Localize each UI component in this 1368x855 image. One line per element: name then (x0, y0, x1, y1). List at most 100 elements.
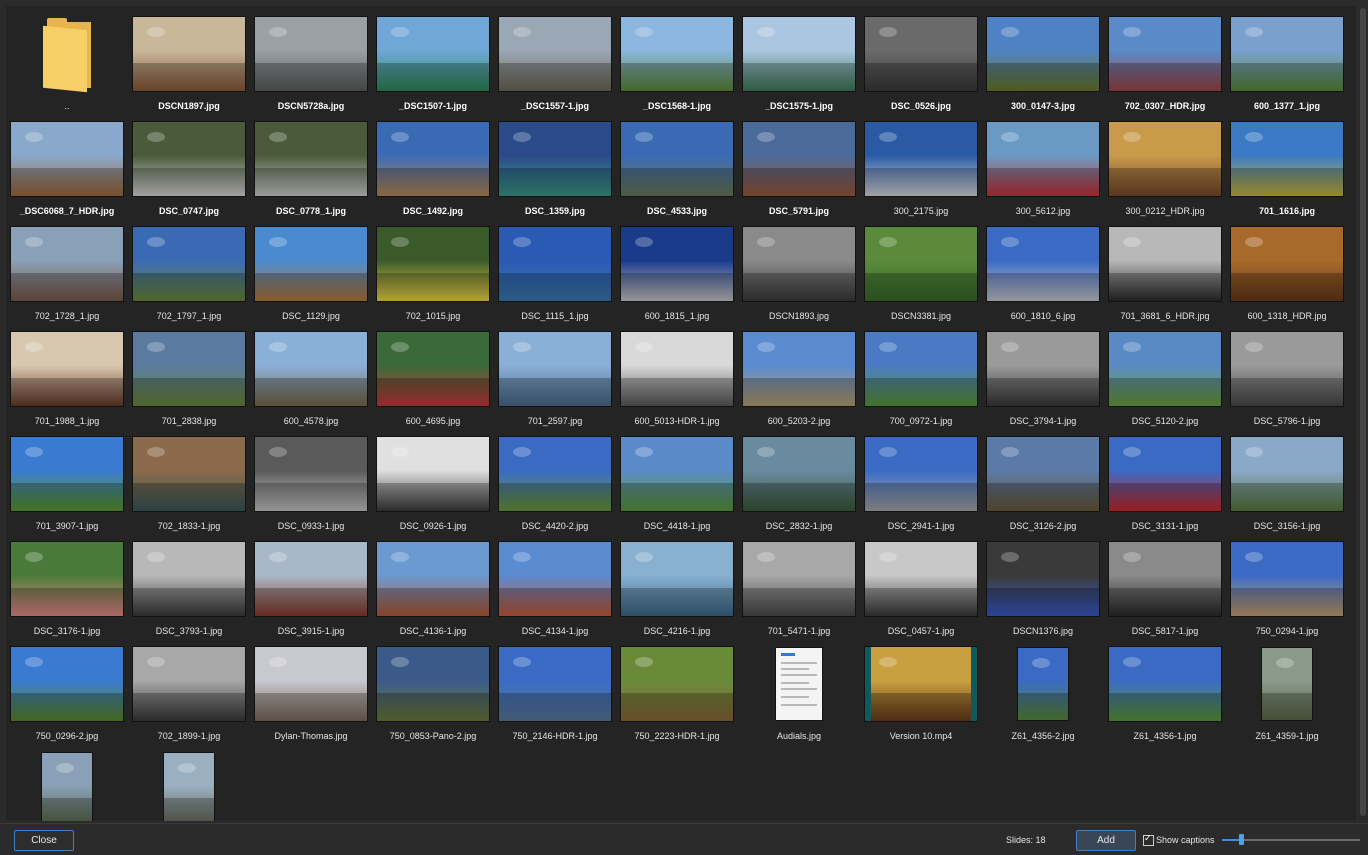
thumbnail-item[interactable]: DSC_2832-1.jpg (738, 431, 860, 534)
thumbnail-item[interactable]: 701_2838.jpg (128, 326, 250, 429)
thumbnail-item[interactable]: 600_4695.jpg (372, 326, 494, 429)
thumbnail-item[interactable]: 750_0294-1.jpg (1226, 536, 1348, 639)
thumbnail-item[interactable]: 701_5471-1.jpg (738, 536, 860, 639)
thumbnail-item[interactable]: _DSC6068_7_HDR.jpg (6, 116, 128, 219)
show-captions-label[interactable]: Show captions (1156, 835, 1215, 845)
thumbnail-frame (982, 116, 1104, 202)
thumbnail-item[interactable]: DSC_5120-2.jpg (1104, 326, 1226, 429)
thumbnail-item[interactable]: Audials.jpg (738, 641, 860, 744)
thumbnail-ground (621, 482, 733, 511)
thumbnail-item[interactable]: DSC_5796-1.jpg (1226, 326, 1348, 429)
thumbnail-item[interactable]: 702_1797_1.jpg (128, 221, 250, 324)
thumbnail-item[interactable]: 300_5612.jpg (982, 116, 1104, 219)
thumbnail-item[interactable]: DSC_0926-1.jpg (372, 431, 494, 534)
thumbnail-item[interactable]: 600_1377_1.jpg (1226, 11, 1348, 114)
thumbnail-item[interactable] (128, 746, 250, 821)
thumbnail-item[interactable]: DSC_5791.jpg (738, 116, 860, 219)
thumbnail-item[interactable]: Z61_4359-1.jpg (1226, 641, 1348, 744)
thumbnail-item[interactable]: DSC_3131-1.jpg (1104, 431, 1226, 534)
thumbnail-item[interactable]: 702_1015.jpg (372, 221, 494, 324)
thumbnail-item[interactable]: Z61_4356-2.jpg (982, 641, 1104, 744)
thumbnail-item[interactable] (6, 746, 128, 821)
thumbnail-item[interactable]: DSC_0457-1.jpg (860, 536, 982, 639)
thumbnail-item[interactable]: 750_0853-Pano-2.jpg (372, 641, 494, 744)
scrollbar-thumb[interactable] (1360, 8, 1366, 816)
thumbnail-item[interactable]: 701_1616.jpg (1226, 116, 1348, 219)
thumbnail-item[interactable]: DSC_4418-1.jpg (616, 431, 738, 534)
thumbnail-item[interactable]: _DSC1507-1.jpg (372, 11, 494, 114)
thumbnail-item[interactable]: 701_3681_6_HDR.jpg (1104, 221, 1226, 324)
thumbnail-item[interactable]: _DSC1568-1.jpg (616, 11, 738, 114)
thumbnail-item[interactable]: DSC_1115_1.jpg (494, 221, 616, 324)
thumbnail-item[interactable]: DSC_3156-1.jpg (1226, 431, 1348, 534)
thumbnail-item[interactable]: 300_2175.jpg (860, 116, 982, 219)
thumbnail-ground (499, 692, 611, 721)
thumbnail-highlight (757, 447, 775, 457)
thumbnail-item[interactable]: DSCN1897.jpg (128, 11, 250, 114)
thumbnail-highlight (513, 342, 531, 352)
thumbnail-item[interactable]: DSC_1129.jpg (250, 221, 372, 324)
thumbnail-item[interactable]: DSC_0526.jpg (860, 11, 982, 114)
thumbnail-item[interactable]: DSC_0778_1.jpg (250, 116, 372, 219)
thumbnail-item[interactable]: 600_1810_6.jpg (982, 221, 1104, 324)
thumbnail-item[interactable]: DSC_3793-1.jpg (128, 536, 250, 639)
thumbnail-item[interactable]: DSC_4134-1.jpg (494, 536, 616, 639)
image-thumbnail (621, 542, 733, 616)
thumbnail-item[interactable]: _DSC1575-1.jpg (738, 11, 860, 114)
document-text-line (781, 682, 809, 684)
thumbnail-item[interactable]: 701_2597.jpg (494, 326, 616, 429)
thumbnail-item[interactable]: DSC_0933-1.jpg (250, 431, 372, 534)
thumbnail-item[interactable]: 702_1899-1.jpg (128, 641, 250, 744)
thumbnail-ground (1231, 377, 1343, 406)
zoom-slider[interactable] (1222, 834, 1360, 845)
thumbnail-item[interactable]: 700_0972-1.jpg (860, 326, 982, 429)
thumbnail-item[interactable]: 600_5013-HDR-1.jpg (616, 326, 738, 429)
thumbnail-caption: 701_5471-1.jpg (767, 626, 831, 636)
thumbnail-item[interactable]: DSC_4136-1.jpg (372, 536, 494, 639)
thumbnail-item[interactable]: 702_0307_HDR.jpg (1104, 11, 1226, 114)
parent-folder-item[interactable]: .. (6, 11, 128, 114)
close-button[interactable]: Close (14, 830, 74, 851)
thumbnail-item[interactable]: DSC_3915-1.jpg (250, 536, 372, 639)
thumbnail-item[interactable]: DSC_3176-1.jpg (6, 536, 128, 639)
thumbnail-item[interactable]: 702_1728_1.jpg (6, 221, 128, 324)
thumbnail-item[interactable]: 701_3907-1.jpg (6, 431, 128, 534)
thumbnail-item[interactable]: 701_1988_1.jpg (6, 326, 128, 429)
thumbnail-item[interactable]: 600_5203-2.jpg (738, 326, 860, 429)
thumbnail-caption: 600_4695.jpg (405, 416, 461, 426)
thumbnail-item[interactable]: 750_2146-HDR-1.jpg (494, 641, 616, 744)
thumbnail-item[interactable]: Z61_4356-1.jpg (1104, 641, 1226, 744)
thumbnail-item[interactable]: DSC_2941-1.jpg (860, 431, 982, 534)
image-thumbnail (621, 437, 733, 511)
thumbnail-item[interactable]: Version 10.mp4 (860, 641, 982, 744)
thumbnail-item[interactable]: 750_2223-HDR-1.jpg (616, 641, 738, 744)
thumbnail-item[interactable]: 750_0296-2.jpg (6, 641, 128, 744)
thumbnail-item[interactable]: DSC_4533.jpg (616, 116, 738, 219)
thumbnail-item[interactable]: 702_1833-1.jpg (128, 431, 250, 534)
show-captions-checkbox[interactable] (1143, 833, 1154, 846)
thumbnail-item[interactable]: Dylan-Thomas.jpg (250, 641, 372, 744)
thumbnail-item[interactable]: DSC_4216-1.jpg (616, 536, 738, 639)
vertical-scrollbar[interactable] (1358, 6, 1368, 821)
add-button[interactable]: Add (1076, 830, 1136, 851)
thumbnail-item[interactable]: DSC_5817-1.jpg (1104, 536, 1226, 639)
thumbnail-item[interactable]: 600_1815_1.jpg (616, 221, 738, 324)
thumbnail-frame (860, 221, 982, 307)
thumbnail-item[interactable]: DSC_1492.jpg (372, 116, 494, 219)
zoom-slider-thumb[interactable] (1239, 834, 1245, 845)
thumbnail-item[interactable]: DSCN1376.jpg (982, 536, 1104, 639)
thumbnail-item[interactable]: DSC_1359.jpg (494, 116, 616, 219)
thumbnail-item[interactable]: 600_4578.jpg (250, 326, 372, 429)
thumbnail-item[interactable]: DSC_4420-2.jpg (494, 431, 616, 534)
thumbnail-item[interactable]: DSC_3126-2.jpg (982, 431, 1104, 534)
thumbnail-item[interactable]: DSC_0747.jpg (128, 116, 250, 219)
thumbnail-item[interactable]: 300_0212_HDR.jpg (1104, 116, 1226, 219)
thumbnail-highlight (513, 27, 531, 37)
thumbnail-item[interactable]: 300_0147-3.jpg (982, 11, 1104, 114)
thumbnail-item[interactable]: DSCN1893.jpg (738, 221, 860, 324)
thumbnail-item[interactable]: DSCN5728a.jpg (250, 11, 372, 114)
thumbnail-item[interactable]: _DSC1557-1.jpg (494, 11, 616, 114)
thumbnail-item[interactable]: DSCN3381.jpg (860, 221, 982, 324)
thumbnail-item[interactable]: DSC_3794-1.jpg (982, 326, 1104, 429)
thumbnail-item[interactable]: 600_1318_HDR.jpg (1226, 221, 1348, 324)
